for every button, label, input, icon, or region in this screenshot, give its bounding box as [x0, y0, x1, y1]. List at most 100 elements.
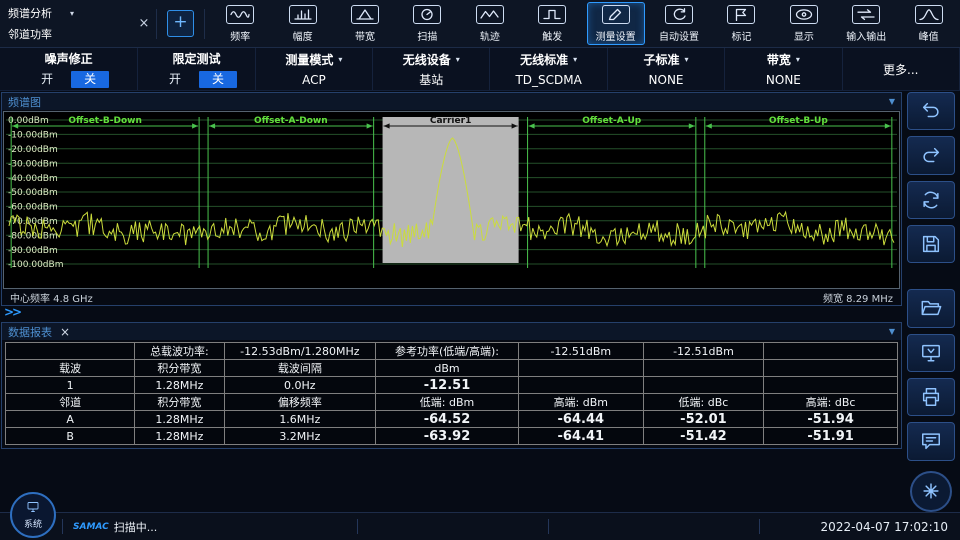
print-button[interactable]: [907, 378, 955, 416]
menu-group-measure-mode[interactable]: 测量模式▾ACP: [256, 48, 373, 90]
message-button[interactable]: [907, 422, 955, 460]
toolbar-button-auto-settings[interactable]: 自动设置: [651, 2, 707, 45]
report-cell: -51.91: [764, 428, 898, 445]
toolbar-button-trace[interactable]: 轨迹: [462, 2, 518, 45]
toggle-row-limit-test: 开关: [156, 71, 237, 88]
toolbar-button-label: 幅度: [293, 28, 313, 43]
print-icon: [920, 386, 942, 408]
toggle-limit-test-option-1[interactable]: 关: [199, 71, 237, 88]
system-button[interactable]: 系统: [10, 492, 56, 538]
refresh-button[interactable]: [907, 181, 955, 219]
toggle-limit-test-option-0[interactable]: 开: [156, 71, 194, 88]
report-cell: -12.51: [376, 377, 519, 394]
measurement-selector[interactable]: 频谱分析 ▾ 邻道功率: [0, 0, 136, 47]
menu-more-label: 更多...: [883, 61, 918, 78]
report-cell: -63.92: [376, 428, 519, 445]
toolbar-button-label: 带宽: [355, 28, 375, 43]
toolbar-button-measure-settings[interactable]: 测量设置: [587, 2, 645, 45]
report-panel-header: 数据报表 × ▼: [2, 323, 901, 340]
report-cell: 总载波功率:: [135, 343, 224, 360]
toolbar-button-label: 测量设置: [596, 28, 636, 43]
close-measurement-button[interactable]: ×: [136, 16, 152, 31]
add-measurement-button[interactable]: +: [167, 10, 194, 37]
report-cell: 偏移频率: [224, 394, 376, 411]
toggle-row-noise-correction: 开关: [28, 71, 109, 88]
menu-group-wireless-device[interactable]: 无线设备▾ 基站: [373, 48, 490, 90]
menu-group-sub-standard[interactable]: 子标准▾NONE: [608, 48, 725, 90]
toggle-noise-correction-option-1[interactable]: 关: [71, 71, 109, 88]
redo-button[interactable]: [907, 136, 955, 174]
toolbar-button-label: 标记: [731, 28, 751, 43]
toolbar-button-marker[interactable]: 标记: [713, 2, 769, 45]
toolbar-button-trigger[interactable]: 触发: [524, 2, 580, 45]
report-cell: 载波: [6, 360, 135, 377]
marker-icon: [727, 5, 755, 24]
svg-text:Offset-A-Up: Offset-A-Up: [582, 116, 642, 126]
toolbar-button-io[interactable]: 输入输出: [838, 2, 894, 45]
divider: [62, 519, 63, 534]
toolbar-button-label: 峰值: [919, 28, 939, 43]
toolbar-button-peak[interactable]: 峰值: [901, 2, 957, 45]
close-report-button[interactable]: ×: [60, 326, 70, 338]
report-cell: 1.28MHz: [135, 377, 224, 394]
report-cell: 1.6MHz: [224, 411, 376, 428]
svg-text:-90.00dBm: -90.00dBm: [8, 246, 58, 256]
toolbar-button-bandwidth[interactable]: 带宽: [337, 2, 393, 45]
report-cell: -64.41: [518, 428, 643, 445]
report-row: 载波积分带宽载波间隔dBm: [6, 360, 898, 377]
toggle-noise-correction-option-0[interactable]: 开: [28, 71, 66, 88]
menu-group-bandwidth[interactable]: 带宽▾NONE: [725, 48, 842, 90]
collapse-report-icon[interactable]: ▼: [889, 327, 895, 336]
expand-arrows-button[interactable]: >>: [0, 306, 903, 320]
report-cell: -12.53dBm/1.280MHz: [224, 343, 376, 360]
svg-text:Offset-B-Up: Offset-B-Up: [769, 116, 828, 126]
report-panel: 数据报表 × ▼ 总载波功率:-12.53dBm/1.280MHz参考功率(低端…: [1, 322, 902, 449]
report-cell: 积分带宽: [135, 394, 224, 411]
sweep-icon: [413, 5, 441, 24]
report-cell: 低端: dBc: [643, 394, 763, 411]
report-cell: B: [6, 428, 135, 445]
toolbar-button-amplitude[interactable]: 幅度: [275, 2, 331, 45]
monitor-icon: [26, 501, 40, 516]
screen-capture-button[interactable]: [907, 334, 955, 372]
svg-text:Offset-A-Down: Offset-A-Down: [254, 116, 328, 126]
menu-group-more[interactable]: 更多...: [843, 48, 960, 90]
report-cell: -12.51dBm: [518, 343, 643, 360]
toolbar-button-label: 轨迹: [480, 28, 500, 43]
svg-text:-60.00dBm: -60.00dBm: [8, 203, 58, 213]
svg-text:-10.00dBm: -10.00dBm: [8, 131, 58, 141]
report-cell: -52.01: [643, 411, 763, 428]
menu-label-wireless-standard: 无线标准: [520, 51, 568, 68]
menu-dropdown-measure-mode: 测量模式▾: [285, 51, 342, 68]
measure-settings-icon: [602, 5, 630, 24]
top-toolbar: 频谱分析 ▾ 邻道功率 × + 频率幅度 带宽 扫描轨迹 触发测量设置自动设置标记 显示…: [0, 0, 960, 48]
report-cell: -51.42: [643, 428, 763, 445]
report-cell: [6, 343, 135, 360]
spectrum-trace-svg: 0.00dBm-10.00dBm-20.00dBm-30.00dBm-40.00…: [4, 112, 899, 288]
auto-settings-icon: [665, 5, 693, 24]
open-file-button[interactable]: [907, 289, 955, 327]
report-cell: dBm: [376, 360, 519, 377]
report-table: 总载波功率:-12.53dBm/1.280MHz参考功率(低端/高端):-12.…: [5, 342, 898, 445]
collapse-spectrum-icon[interactable]: ▼: [889, 97, 895, 106]
menu-label-wireless-device: 无线设备: [403, 51, 451, 68]
toolbar-button-sweep[interactable]: 扫描: [399, 2, 455, 45]
menu-dropdown-wireless-device: 无线设备▾: [403, 51, 460, 68]
undo-button[interactable]: [907, 92, 955, 130]
trace-icon: [476, 5, 504, 24]
report-cell: 1.28MHz: [135, 411, 224, 428]
toolbar-button-frequency[interactable]: 频率: [212, 2, 268, 45]
center-frequency-label: 中心频率 4.8 GHz: [10, 290, 93, 305]
svg-text:0.00dBm: 0.00dBm: [8, 116, 49, 126]
toolbar-button-label: 显示: [794, 28, 814, 43]
report-cell: 3.2MHz: [224, 428, 376, 445]
menu-value-wireless-device: 基站: [419, 72, 443, 88]
toolbar-button-display[interactable]: 显示: [776, 2, 832, 45]
menu-value-bandwidth: NONE: [766, 72, 801, 88]
menu-group-wireless-standard[interactable]: 无线标准▾TD_SCDMA: [490, 48, 607, 90]
svg-text:-40.00dBm: -40.00dBm: [8, 174, 58, 184]
menu-label-measure-mode: 测量模式: [285, 51, 333, 68]
report-cell: 高端: dBm: [518, 394, 643, 411]
system-close-button[interactable]: [910, 471, 952, 512]
save-button[interactable]: [907, 225, 955, 263]
